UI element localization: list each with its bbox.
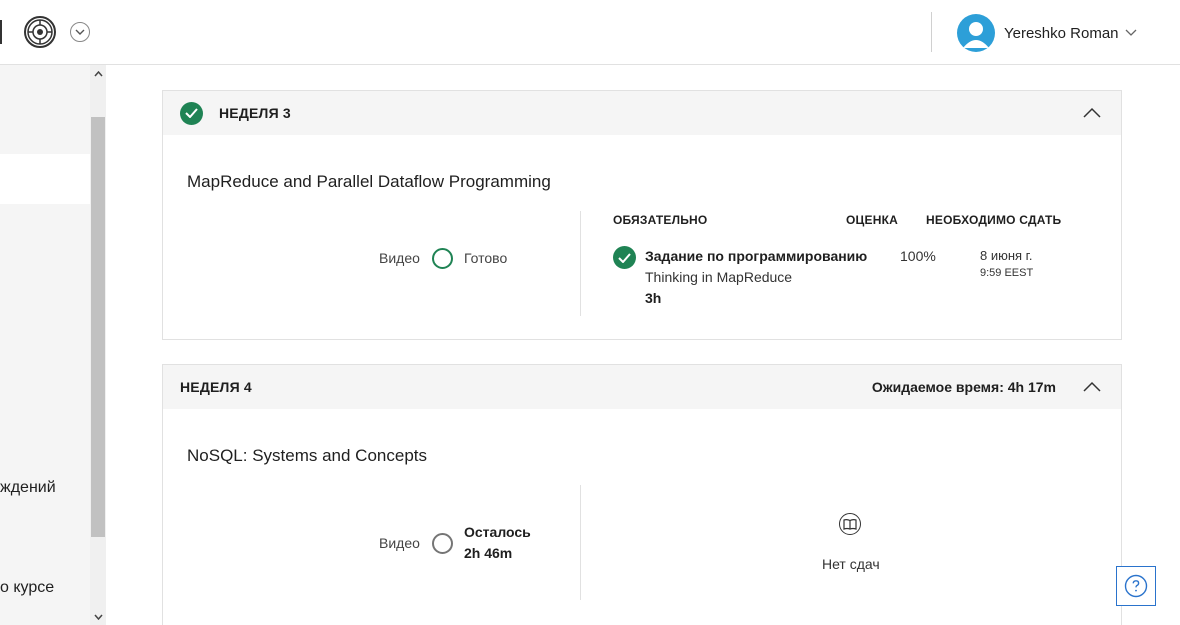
video-label: Видео [379,535,420,551]
assignment-name[interactable]: Thinking in MapReduce [645,269,792,285]
lesson-title[interactable]: NoSQL: Systems and Concepts [187,446,427,466]
sidebar-item-label[interactable]: ждений [0,479,56,497]
question-icon [1124,574,1148,598]
week-header[interactable]: НЕДЕЛЯ 3 [163,91,1121,135]
chevron-up-icon[interactable] [1083,106,1101,118]
user-menu[interactable]: Yereshko Roman [957,13,1139,53]
no-submissions-label: Нет сдач [822,556,880,572]
chevron-down-icon [1125,26,1139,40]
scroll-up-icon[interactable] [91,67,105,81]
week-header[interactable]: НЕДЕЛЯ 4 Ожидаемое время: 4h 17m [163,365,1121,409]
assignment-duration: 3h [645,290,662,306]
due-time: 9:59 EEST [980,267,1034,279]
scrollbar-thumb[interactable] [91,117,105,537]
grade-column-header: ОЦЕНКА [846,213,898,227]
seal-icon [27,19,53,45]
week-card: НЕДЕЛЯ 4 Ожидаемое время: 4h 17m NoSQL: … [162,364,1122,625]
week-card: НЕДЕЛЯ 3 MapReduce and Parallel Dataflow… [162,90,1122,340]
avatar [957,14,995,52]
user-name: Yereshko Roman [1004,24,1119,42]
header-divider [931,12,932,52]
chevron-down-icon[interactable] [70,22,90,42]
column-divider [580,485,581,600]
video-remaining-label: Осталось [464,524,531,540]
week-title: НЕДЕЛЯ 4 [180,379,252,395]
user-icon [963,22,989,48]
column-divider [580,211,581,316]
lesson-title[interactable]: MapReduce and Parallel Dataflow Programm… [187,172,551,192]
sidebar-item-label[interactable]: о курсе [0,579,54,597]
top-header: Yereshko Roman [0,0,1180,65]
help-button[interactable] [1116,566,1156,606]
sidebar-item-active[interactable] [0,154,90,204]
week-title: НЕДЕЛЯ 3 [219,105,291,121]
check-circle-icon [613,246,636,269]
required-column-header: ОБЯЗАТЕЛЬНО [613,213,708,227]
video-label: Видео [379,250,420,266]
course-sidebar: ждений о курсе [0,65,106,625]
progress-ring-icon [432,533,453,554]
university-logo-icon[interactable] [24,16,56,48]
book-icon [839,513,861,535]
assignment-type[interactable]: Задание по программированию [645,248,867,264]
header-edge-divider [0,20,2,44]
progress-ring-icon [432,248,453,269]
check-circle-icon [180,101,203,125]
assignment-grade: 100% [900,248,936,264]
chevron-up-icon[interactable] [1083,380,1101,392]
expected-time: Ожидаемое время: 4h 17m [871,379,1056,395]
due-column-header: НЕОБХОДИМО СДАТЬ [926,213,1062,227]
due-date: 8 июня г. [980,248,1033,263]
video-remaining-time: 2h 46m [464,545,513,561]
video-status: Готово [464,250,508,266]
scroll-down-icon[interactable] [91,610,105,624]
